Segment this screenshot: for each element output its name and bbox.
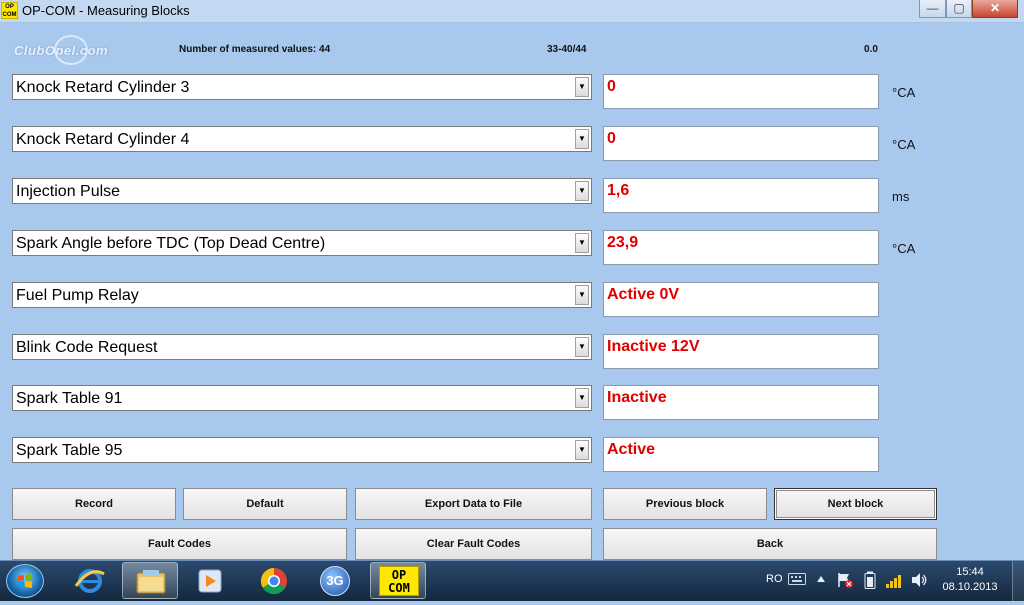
parameter-select[interactable]: Knock Retard Cylinder 3 ▼ [12, 74, 592, 100]
explorer-icon [136, 570, 166, 594]
battery-icon[interactable] [864, 571, 876, 589]
parameter-select[interactable]: Fuel Pump Relay ▼ [12, 282, 592, 308]
system-clock[interactable]: 15:44 08.10.2013 [938, 565, 1002, 595]
back-button[interactable]: Back [603, 528, 937, 560]
value-field: Active [603, 437, 879, 472]
measurement-row: Knock Retard Cylinder 4 ▼ 0 °CA [0, 126, 1024, 166]
dropdown-arrow-icon[interactable]: ▼ [575, 129, 589, 149]
parameter-name: Knock Retard Cylinder 3 [16, 79, 190, 96]
value-field: 23,9 [603, 230, 879, 265]
parameter-name: Fuel Pump Relay [16, 287, 139, 304]
opcom-app-icon: OP COM [1, 2, 18, 19]
language-indicator[interactable]: RO [766, 573, 783, 585]
measurement-row: Fuel Pump Relay ▼ Active 0V [0, 282, 1024, 322]
parameter-name: Spark Table 91 [16, 390, 123, 407]
block-range: 33-40/44 [547, 44, 587, 55]
measurement-row: Injection Pulse ▼ 1,6 ms [0, 178, 1024, 218]
unit-label: °CA [892, 137, 916, 152]
opcom-icon: OP COM [379, 566, 419, 596]
unit-label: ms [892, 189, 910, 204]
next-block-button[interactable]: Next block [774, 488, 937, 520]
media-player-taskbar-button[interactable] [182, 562, 238, 599]
parameter-name: Spark Angle before TDC (Top Dead Centre) [16, 235, 326, 252]
dropdown-arrow-icon[interactable]: ▼ [575, 337, 589, 357]
value-field: Inactive 12V [603, 334, 879, 369]
close-button[interactable]: ✕ [972, 0, 1018, 18]
dropdown-arrow-icon[interactable]: ▼ [575, 388, 589, 408]
measured-value: 0 [607, 78, 616, 95]
volume-icon[interactable] [910, 571, 928, 589]
dropdown-arrow-icon[interactable]: ▼ [575, 181, 589, 201]
windows-logo-icon [18, 574, 32, 588]
minimize-button[interactable]: — [919, 0, 946, 18]
measurement-row: Spark Angle before TDC (Top Dead Centre)… [0, 230, 1024, 270]
measured-value: Inactive [607, 389, 667, 406]
measured-value: Active 0V [607, 286, 680, 303]
default-button[interactable]: Default [183, 488, 347, 520]
maximize-button[interactable]: ▢ [946, 0, 972, 18]
measured-value: Active [607, 441, 656, 458]
previous-block-button[interactable]: Previous block [603, 488, 767, 520]
fault-codes-button[interactable]: Fault Codes [12, 528, 347, 560]
measured-value: 23,9 [607, 234, 639, 251]
keyboard-icon[interactable] [788, 573, 806, 585]
measurement-row: Blink Code Request ▼ Inactive 12V [0, 334, 1024, 374]
opcom-taskbar-button[interactable]: OP COM [370, 562, 426, 599]
time-value: 0.0 [864, 44, 878, 55]
parameter-select[interactable]: Spark Table 91 ▼ [12, 385, 592, 411]
parameter-name: Injection Pulse [16, 183, 121, 200]
measured-value: 1,6 [607, 182, 630, 199]
value-field: Active 0V [603, 282, 879, 317]
media-player-icon [198, 569, 222, 593]
taskbar: 3G OP COM RO 15:44 08.10.2013 [0, 560, 1024, 601]
unit-label: °CA [892, 85, 916, 100]
dropdown-arrow-icon[interactable]: ▼ [575, 440, 589, 460]
dropdown-arrow-icon[interactable]: ▼ [575, 233, 589, 253]
action-center-flag-icon[interactable] [836, 571, 854, 589]
dropdown-arrow-icon[interactable]: ▼ [575, 285, 589, 305]
measurement-row: Spark Table 91 ▼ Inactive [0, 385, 1024, 425]
clock-date: 08.10.2013 [942, 581, 998, 593]
measured-value: Inactive 12V [607, 338, 700, 355]
unit-label: °CA [892, 241, 916, 256]
record-button[interactable]: Record [12, 488, 176, 520]
start-button[interactable] [6, 564, 44, 598]
measurement-row: Spark Table 95 ▼ Active [0, 437, 1024, 477]
parameter-select[interactable]: Blink Code Request ▼ [12, 334, 592, 360]
measured-value: 0 [607, 130, 616, 147]
value-field: Inactive [603, 385, 879, 420]
parameter-name: Blink Code Request [16, 339, 158, 356]
clear-fault-codes-button[interactable]: Clear Fault Codes [355, 528, 592, 560]
3g-modem-taskbar-button[interactable]: 3G [308, 562, 364, 599]
measuring-blocks-panel: ClubOpel.com Number of measured values: … [0, 23, 1024, 560]
clubopel-logo: ClubOpel.com [14, 35, 108, 65]
dropdown-arrow-icon[interactable]: ▼ [575, 77, 589, 97]
show-desktop-button[interactable] [1012, 561, 1024, 601]
measurement-row: Knock Retard Cylinder 3 ▼ 0 °CA [0, 74, 1024, 114]
parameter-select[interactable]: Spark Angle before TDC (Top Dead Centre)… [12, 230, 592, 256]
ie-taskbar-button[interactable] [62, 562, 118, 599]
title-bar: OP COM OP-COM - Measuring Blocks — ▢ ✕ [0, 0, 1024, 23]
show-hidden-icons-icon[interactable] [816, 575, 826, 583]
signal-strength-icon[interactable] [884, 570, 904, 590]
value-field: 1,6 [603, 178, 879, 213]
value-field: 0 [603, 126, 879, 161]
window-title: OP-COM - Measuring Blocks [22, 3, 190, 18]
chrome-taskbar-button[interactable] [246, 562, 302, 599]
measured-values-count: Number of measured values: 44 [179, 44, 331, 55]
value-field: 0 [603, 74, 879, 109]
parameter-name: Spark Table 95 [16, 442, 123, 459]
chrome-icon [260, 567, 287, 595]
opel-logo-icon [54, 35, 88, 65]
ie-icon [74, 569, 105, 593]
3g-modem-icon: 3G [320, 566, 350, 596]
parameter-name: Knock Retard Cylinder 4 [16, 131, 190, 148]
explorer-taskbar-button[interactable] [122, 562, 178, 599]
parameter-select[interactable]: Spark Table 95 ▼ [12, 437, 592, 463]
export-data-button[interactable]: Export Data to File [355, 488, 592, 520]
clock-time: 15:44 [956, 566, 984, 578]
3g-text: 3G [326, 573, 344, 588]
parameter-select[interactable]: Injection Pulse ▼ [12, 178, 592, 204]
parameter-select[interactable]: Knock Retard Cylinder 4 ▼ [12, 126, 592, 152]
